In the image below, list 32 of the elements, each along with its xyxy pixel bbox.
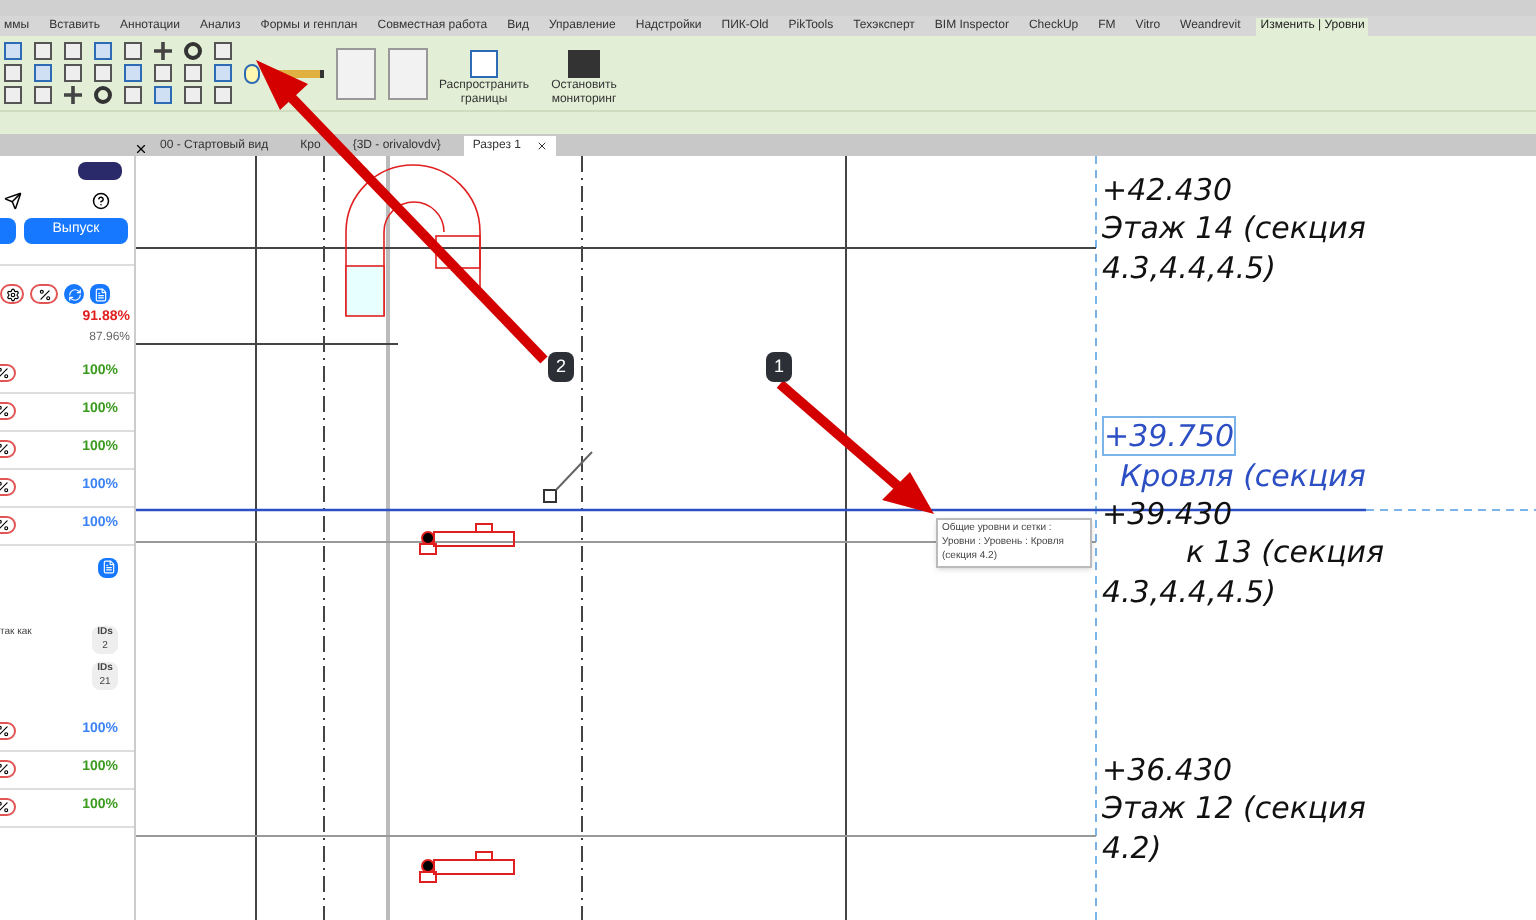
level-name: Кровля (секция [1120,456,1366,496]
level-name: Этаж 12 (секция [1102,788,1366,828]
close-icon[interactable] [134,142,148,156]
document-icon[interactable] [98,557,118,577]
side-tab[interactable] [0,218,16,244]
level-elevation[interactable]: +42.430 [1102,172,1233,208]
box-icon[interactable] [336,47,376,99]
close-icon[interactable] [536,140,549,152]
monitor-stop-icon [568,50,600,78]
document-icon[interactable] [90,284,110,304]
bulb-icon[interactable] [244,63,260,83]
callout-badge: 1 [766,352,792,382]
callout-badge: 2 [548,352,574,382]
logo-icon [78,162,122,180]
level-name: 4.2) [1102,828,1162,868]
send-icon[interactable] [4,192,22,210]
settings-icon[interactable] [0,284,24,304]
refresh-icon[interactable] [64,284,84,304]
level-name: 4.3,4.4,4.5) [1102,572,1276,612]
selected-level-line[interactable] [136,508,1366,512]
level-name: 4.3,4.4,4.5) [1102,248,1276,288]
box-icon[interactable] [388,47,428,99]
level-tag-drawing[interactable] [543,451,593,503]
level-elevation[interactable]: +39.750 [1102,416,1237,456]
percent-icon[interactable] [30,284,58,304]
level-name: Этаж 14 (секция [1102,208,1366,248]
fitting-drawing [419,523,515,555]
fitting-drawing [419,851,515,883]
level-elevation[interactable]: +36.430 [1102,752,1233,788]
help-icon[interactable] [92,192,110,210]
level-name: к 13 (секция [1186,532,1385,572]
extent-icon [470,50,498,78]
